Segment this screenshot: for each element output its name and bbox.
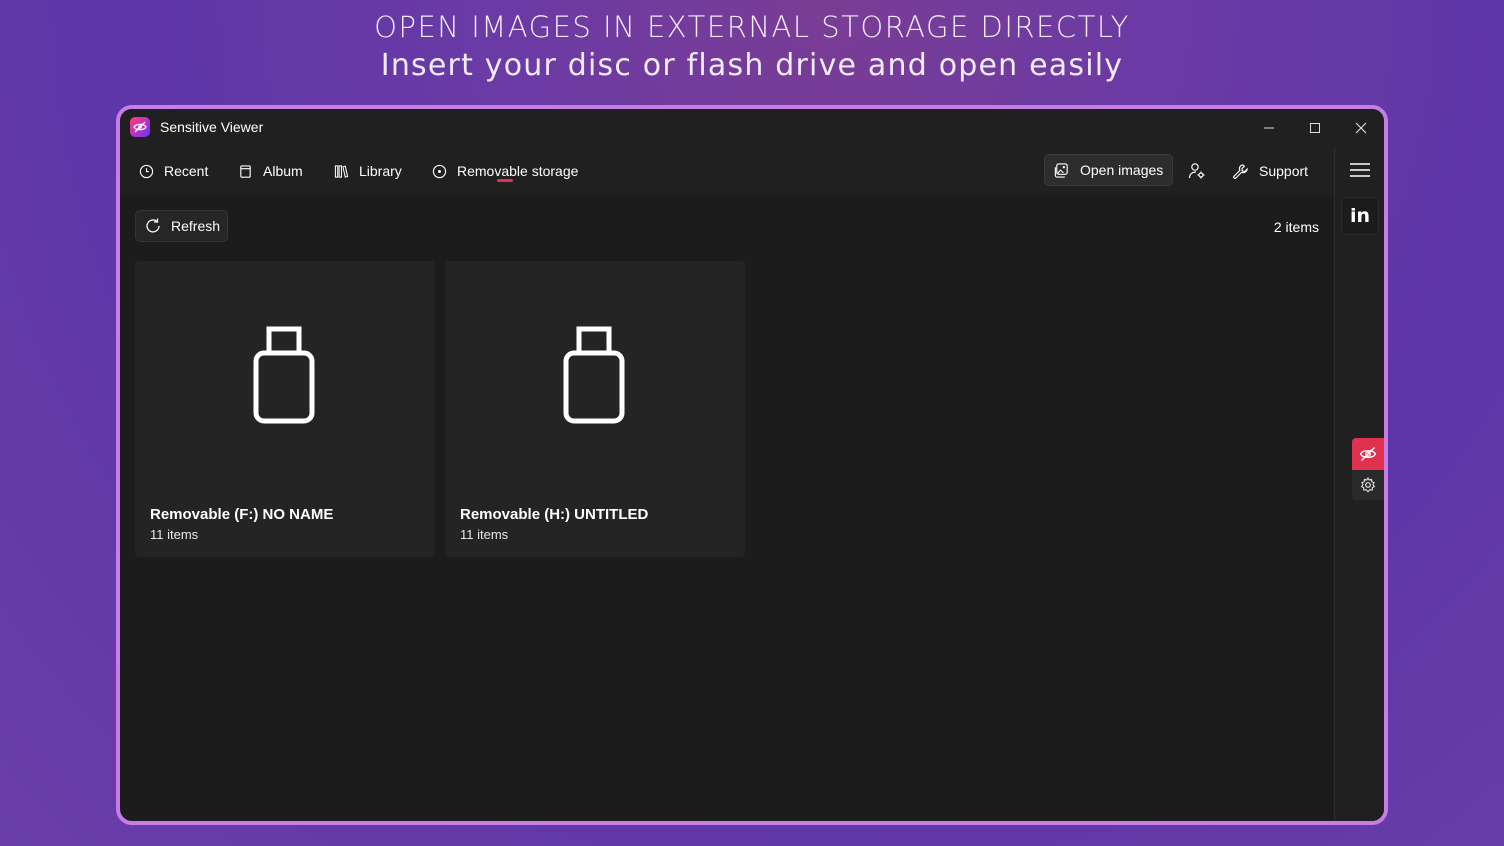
title-bar[interactable]: Sensitive Viewer [120, 109, 1384, 147]
app-logo-icon [130, 117, 150, 137]
drive-name: Removable (F:) NO NAME [150, 506, 334, 523]
support-button[interactable]: Support [1232, 147, 1308, 195]
drive-item-count: 11 items [460, 527, 509, 542]
hide-content-button[interactable] [1352, 438, 1384, 470]
open-images-icon [1054, 162, 1068, 178]
hamburger-menu-button[interactable] [1345, 155, 1375, 185]
nav-item-recent[interactable]: Recent [139, 147, 208, 195]
open-images-label: Open images [1080, 162, 1164, 178]
album-icon [240, 164, 251, 178]
usb-drive-icon [253, 326, 315, 424]
nav-label-removable-storage: Removable storage [457, 163, 579, 179]
nav-item-removable-storage[interactable]: Removable storage [432, 147, 578, 195]
open-images-button[interactable]: Open images [1044, 154, 1173, 186]
refresh-label: Refresh [171, 218, 221, 234]
nav-selected-indicator [497, 179, 513, 182]
drive-name: Removable (H:) UNTITLED [460, 506, 649, 523]
nav-item-album[interactable]: Album [238, 147, 303, 195]
minimize-button[interactable] [1249, 115, 1289, 141]
linkedin-button[interactable]: in [1341, 197, 1379, 235]
maximize-icon [1310, 123, 1320, 133]
eye-off-icon [1359, 447, 1377, 461]
refresh-icon [146, 218, 160, 233]
nav-label-album: Album [263, 163, 303, 179]
drive-card[interactable]: Removable (H:) UNTITLED 11 items [445, 261, 745, 557]
window-title: Sensitive Viewer [160, 119, 264, 135]
close-button[interactable] [1341, 115, 1381, 141]
wrench-icon [1233, 163, 1248, 179]
nav-label-recent: Recent [164, 163, 209, 179]
drive-card[interactable]: Removable (F:) NO NAME 11 items [135, 261, 435, 557]
floating-settings-button[interactable] [1352, 470, 1384, 500]
account-settings-button[interactable] [1188, 147, 1216, 195]
hamburger-icon [1350, 163, 1370, 177]
support-label: Support [1259, 163, 1309, 179]
close-icon [1355, 122, 1367, 134]
usb-drive-icon [563, 326, 625, 424]
gear-icon [1360, 477, 1376, 493]
minimize-icon [1264, 127, 1274, 129]
library-icon [334, 164, 349, 178]
nav-bar: Recent Album Library Removable storage O… [120, 147, 1334, 195]
item-count: 2 items [1273, 219, 1319, 235]
promo-subheadline: Insert your disc or flash drive and open… [380, 48, 1124, 83]
drive-item-count: 11 items [150, 527, 199, 542]
nav-label-library: Library [359, 163, 402, 179]
linkedin-icon: in [1349, 205, 1371, 227]
app-window: Sensitive Viewer Recent Album Library Re… [116, 105, 1388, 825]
nav-item-library[interactable]: Library [334, 147, 402, 195]
maximize-button[interactable] [1295, 115, 1335, 141]
clock-icon [139, 164, 154, 178]
disc-icon [432, 164, 447, 178]
user-settings-icon [1188, 163, 1205, 179]
refresh-button[interactable]: Refresh [135, 210, 228, 242]
promo-headline: OPEN IMAGES IN EXTERNAL STORAGE DIRECTLY [374, 10, 1130, 44]
